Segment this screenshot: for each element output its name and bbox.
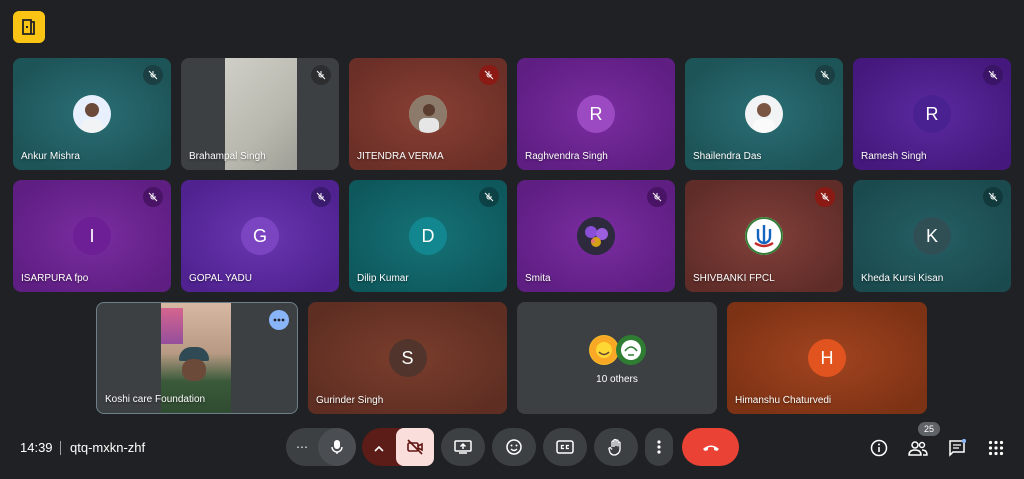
raise-hand-button[interactable]	[594, 428, 638, 466]
meeting-details-button[interactable]	[866, 435, 892, 461]
participant-tile[interactable]: G GOPAL YADU	[181, 180, 339, 292]
participant-name: Shailendra Das	[693, 151, 762, 162]
participant-name: Raghvendra Singh	[525, 151, 608, 162]
participant-tile[interactable]: S Gurinder Singh	[308, 302, 507, 414]
mic-off-icon	[815, 65, 835, 85]
avatar-initial: H	[808, 339, 846, 377]
chat-button[interactable]	[944, 435, 970, 461]
participant-name: JITENDRA VERMA	[357, 151, 444, 162]
mic-off-icon	[815, 187, 835, 207]
people-icon	[908, 441, 928, 456]
more-options-icon[interactable]	[269, 310, 289, 330]
participant-tile[interactable]: R Ramesh Singh	[853, 58, 1011, 170]
leave-call-button[interactable]	[682, 428, 739, 466]
audio-options-icon[interactable]: ⋯	[296, 440, 308, 454]
participant-tile[interactable]: R Raghvendra Singh	[517, 58, 675, 170]
participant-tile[interactable]: JITENDRA VERMA	[349, 58, 507, 170]
logo-avatar	[745, 217, 783, 255]
avatar-initial: R	[913, 95, 951, 133]
participant-name: Ramesh Singh	[861, 151, 927, 162]
participant-name: Kheda Kursi Kisan	[861, 273, 944, 284]
apps-grid-icon	[988, 440, 1004, 456]
participant-name: GOPAL YADU	[189, 273, 252, 284]
people-button[interactable]	[905, 435, 931, 461]
participant-name: Smita	[525, 273, 551, 284]
activities-button[interactable]	[983, 435, 1009, 461]
mic-off-icon	[479, 65, 499, 85]
participant-name: SHIVBANKI FPCL	[693, 273, 775, 284]
mic-off-icon	[143, 187, 163, 207]
participant-name: Koshi care Foundation	[105, 394, 206, 405]
audio-control-group: ⋯	[286, 428, 356, 466]
meeting-time: 14:39	[20, 440, 53, 455]
participant-tile[interactable]: Shailendra Das	[685, 58, 843, 170]
hang-up-icon	[702, 445, 719, 451]
participant-tile[interactable]: D Dilip Kumar	[349, 180, 507, 292]
avatar-initial: S	[388, 339, 427, 377]
people-count-badge: 25	[918, 422, 940, 436]
participant-name: Gurinder Singh	[316, 395, 384, 406]
avatar	[577, 217, 615, 255]
participant-tile[interactable]: Smita	[517, 180, 675, 292]
avatar-initial: K	[913, 217, 951, 255]
more-options-button[interactable]	[645, 428, 673, 466]
mic-off-icon	[479, 187, 499, 207]
mic-off-icon	[143, 65, 163, 85]
emoji-icon	[506, 439, 522, 455]
mic-off-icon	[647, 187, 667, 207]
reactions-button[interactable]	[492, 428, 536, 466]
participant-name: Himanshu Chaturvedi	[735, 395, 832, 406]
app-logo	[13, 11, 45, 43]
mic-icon	[331, 440, 343, 454]
meeting-code: qtq-mxkn-zhf	[70, 440, 146, 455]
participant-name: Ankur Mishra	[21, 151, 80, 162]
participant-tile[interactable]: Brahampal Singh	[181, 58, 339, 170]
background-decoration	[161, 308, 183, 344]
person-face	[182, 359, 206, 381]
participant-name: ISARPURA fpo	[21, 273, 89, 284]
others-count-label: 10 others	[596, 374, 638, 385]
hand-icon	[608, 438, 621, 456]
mic-off-icon	[983, 187, 1003, 207]
avatar-initial: R	[577, 95, 615, 133]
participant-name: Dilip Kumar	[357, 273, 409, 284]
participant-tile[interactable]: SHIVBANKI FPCL	[685, 180, 843, 292]
participant-tile[interactable]: I ISARPURA fpo	[13, 180, 171, 292]
present-screen-button[interactable]	[441, 428, 485, 466]
video-control-group	[362, 428, 434, 466]
participant-tile[interactable]: Ankur Mishra	[13, 58, 171, 170]
avatar-initial: I	[73, 217, 111, 255]
divider	[60, 441, 61, 455]
others-avatar	[616, 335, 646, 365]
camera-off-button[interactable]	[396, 428, 434, 466]
others-tile[interactable]: 10 others	[517, 302, 717, 414]
participant-tile[interactable]: K Kheda Kursi Kisan	[853, 180, 1011, 292]
classroom-door-icon	[22, 19, 35, 35]
participant-name: Brahampal Singh	[189, 151, 266, 162]
present-screen-icon	[454, 440, 472, 454]
avatar-initial: D	[409, 217, 447, 255]
participant-tile[interactable]: H Himanshu Chaturvedi	[727, 302, 927, 414]
control-bar: 14:39 qtq-mxkn-zhf ⋯	[0, 428, 1024, 468]
more-vertical-icon	[657, 440, 661, 454]
chevron-up-icon[interactable]	[374, 440, 384, 458]
mic-off-icon	[311, 187, 331, 207]
info-icon	[870, 439, 888, 457]
video-off-icon	[407, 439, 423, 455]
participant-tile-self[interactable]: Koshi care Foundation	[96, 302, 298, 414]
chat-icon	[949, 439, 966, 457]
avatar	[409, 95, 447, 133]
avatar	[745, 95, 783, 133]
others-avatar	[589, 335, 619, 365]
mic-off-icon	[983, 65, 1003, 85]
avatar-initial: G	[241, 217, 279, 255]
mic-button[interactable]	[318, 428, 356, 466]
captions-button[interactable]	[543, 428, 587, 466]
mic-off-icon	[311, 65, 331, 85]
avatar	[73, 95, 111, 133]
closed-captions-icon	[556, 440, 574, 454]
